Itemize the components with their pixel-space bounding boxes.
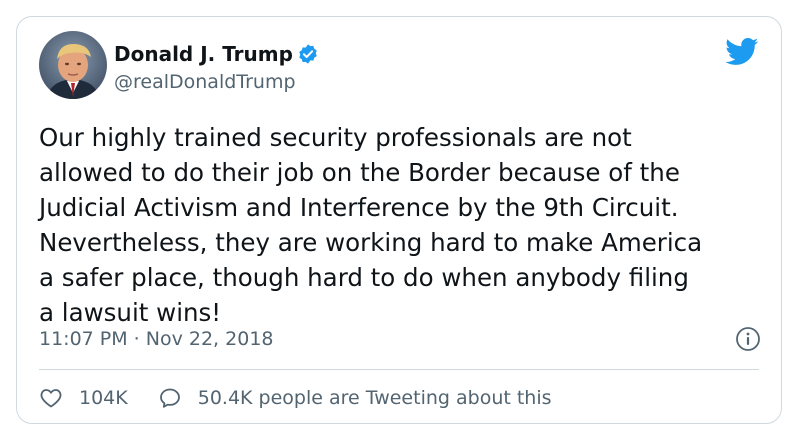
tweet-actions: 104K 50.4K people are Tweeting about thi… [39, 383, 582, 413]
author-name-text[interactable]: Donald J. Trump [114, 42, 293, 66]
author-handle[interactable]: @realDonaldTrump [114, 71, 296, 93]
avatar[interactable] [39, 31, 107, 99]
like-count[interactable]: 104K [79, 387, 128, 409]
tweet-line: Nevertheless, they are working hard to m… [39, 228, 703, 257]
avatar-image [39, 31, 107, 99]
tweet-card[interactable]: Donald J. Trump @realDonaldTrump Our hig… [16, 16, 782, 424]
twitter-bird-icon[interactable] [725, 38, 759, 66]
conversation-button[interactable]: 50.4K people are Tweeting about this [158, 386, 552, 410]
speech-bubble-icon [159, 388, 180, 408]
heart-icon [40, 389, 62, 408]
info-icon[interactable] [735, 326, 761, 352]
tweet-line: a safer place, though hard to do when an… [39, 263, 689, 292]
tweet-line: a lawsuit wins! [39, 298, 222, 327]
tweet-timestamp[interactable]: 11:07 PM · Nov 22, 2018 [39, 328, 274, 350]
conversation-label[interactable]: 50.4K people are Tweeting about this [198, 387, 552, 409]
divider [39, 369, 759, 370]
author-display-name[interactable]: Donald J. Trump [114, 42, 319, 66]
like-button[interactable]: 104K [39, 386, 128, 410]
tweet-line: allowed to do their job on the Border be… [39, 158, 680, 187]
verified-badge-icon [297, 43, 319, 65]
tweet-line: Our highly trained security professional… [39, 123, 632, 152]
tweet-line: Judicial Activism and Interference by th… [39, 193, 679, 222]
tweet-body: Our highly trained security professional… [39, 120, 769, 330]
